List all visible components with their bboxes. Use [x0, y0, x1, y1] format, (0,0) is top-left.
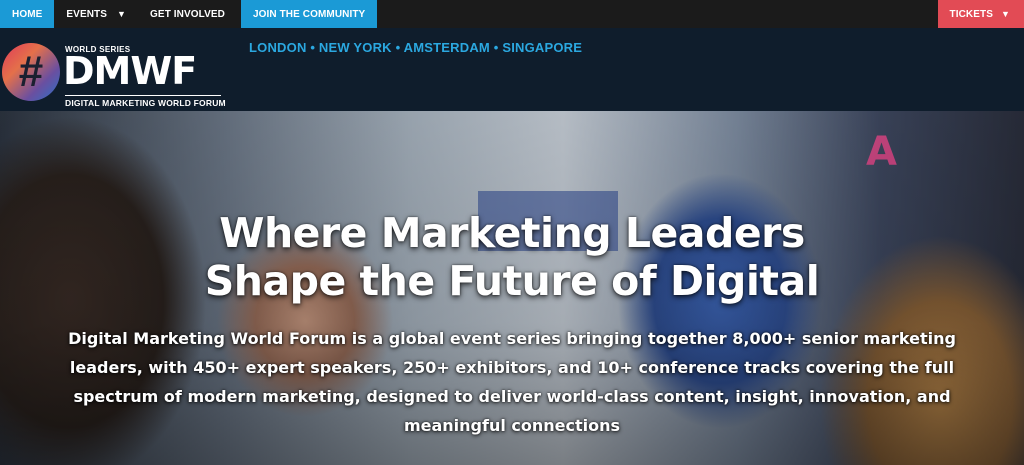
nav-events-menu[interactable]: EVENTS ▼ — [54, 0, 138, 28]
hashtag-logo-icon: # — [2, 43, 60, 101]
chevron-down-icon: ▼ — [1000, 9, 1010, 19]
nav-home-link[interactable]: HOME — [0, 0, 55, 28]
top-nav: HOME EVENTS ▼ GET INVOLVED JOIN THE COMM… — [0, 0, 1024, 28]
nav-tickets-label: TICKETS — [949, 8, 993, 20]
logo-acronym: DMWF — [63, 49, 197, 93]
brand-header: # WORLD SERIES DMWF DIGITAL MARKETING WO… — [0, 28, 1024, 111]
hero-description: Digital Marketing World Forum is a globa… — [68, 329, 956, 435]
nav-join-community-link[interactable]: JOIN THE COMMUNITY — [240, 0, 378, 28]
dmwf-logo[interactable]: # WORLD SERIES DMWF DIGITAL MARKETING WO… — [0, 41, 230, 108]
nav-join-community-label: JOIN THE COMMUNITY — [252, 8, 366, 20]
chevron-down-icon: ▼ — [117, 9, 127, 19]
event-cities: LONDON • NEW YORK • AMSTERDAM • SINGAPOR… — [249, 40, 583, 55]
nav-get-involved-label: GET INVOLVED — [150, 8, 225, 20]
nav-events-label: EVENTS — [66, 8, 108, 20]
hero-headline-line1: Where Marketing Leaders — [219, 209, 805, 257]
hero-headline: Where Marketing Leaders Shape the Future… — [0, 209, 1024, 305]
logo-full-name: DIGITAL MARKETING WORLD FORUM — [65, 98, 226, 108]
logo-divider — [65, 95, 221, 96]
nav-home-label: HOME — [12, 8, 43, 20]
hero-headline-line2: Shape the Future of Digital — [204, 257, 820, 305]
nav-get-involved-link[interactable]: GET INVOLVED — [138, 0, 237, 28]
hero-banner: A Where Marketing Leaders Shape the Futu… — [0, 111, 1024, 465]
nav-tickets-menu[interactable]: TICKETS ▼ — [937, 0, 1024, 28]
